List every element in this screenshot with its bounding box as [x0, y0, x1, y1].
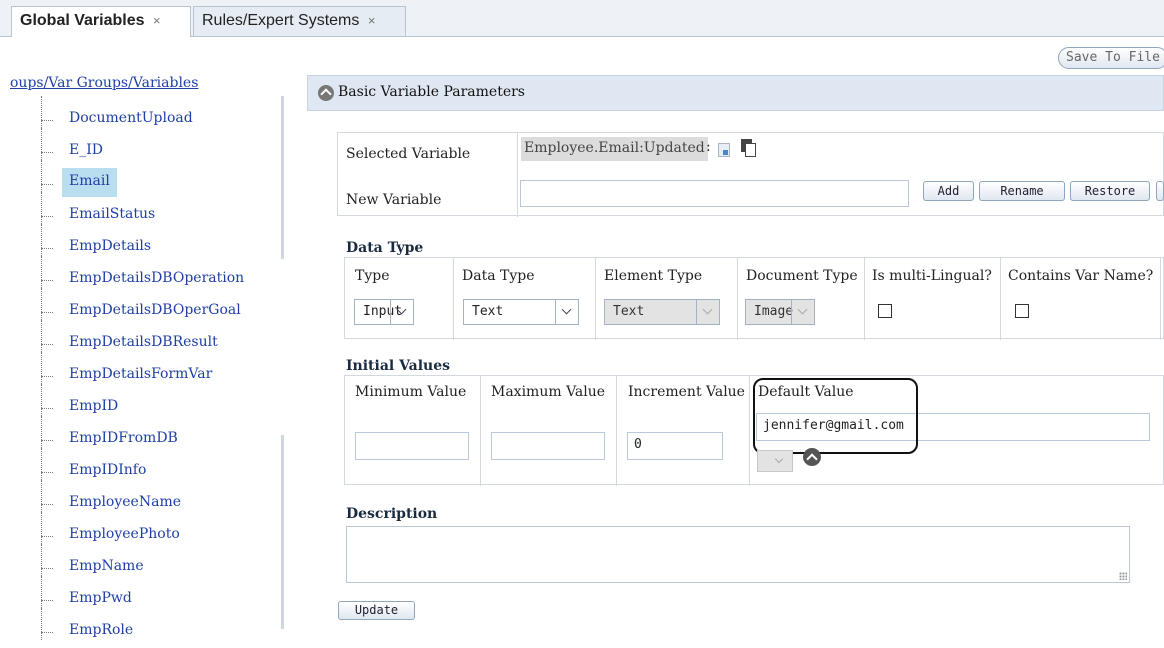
tree-item-label[interactable]: EmpDetailsFormVar: [62, 365, 219, 383]
collapse-icon[interactable]: [318, 85, 334, 101]
chevron-down-icon: [791, 300, 814, 324]
default-value-select: [757, 450, 793, 472]
tab-bar: Global Variables × Rules/Expert Systems …: [0, 0, 1164, 37]
tree-item-label[interactable]: EmpID: [62, 397, 125, 415]
tree-item-label[interactable]: EmpIDFromDB: [62, 429, 185, 447]
increment-value-input[interactable]: 0: [627, 432, 723, 460]
multi-lingual-header: Is multi-Lingual?: [872, 268, 992, 284]
minimum-value-input[interactable]: [355, 432, 469, 460]
maximum-value-header: Maximum Value: [491, 384, 606, 400]
rename-button[interactable]: Rename: [979, 181, 1065, 201]
data-type-value: Text: [472, 304, 504, 319]
increment-value-header: Increment Value: [628, 384, 745, 400]
tree-item[interactable]: EmpDetails: [38, 224, 278, 264]
tree-item-label[interactable]: EmailStatus: [62, 205, 162, 223]
tree-item[interactable]: EmpDetailsDBOperation: [38, 256, 278, 296]
data-type-title: Data Type: [346, 240, 424, 256]
initial-values-title: Initial Values: [346, 358, 451, 374]
contains-var-checkbox[interactable]: [1015, 304, 1029, 318]
type-header: Type: [355, 268, 390, 284]
tree-item[interactable]: EmpIDInfo: [38, 448, 278, 488]
data-type-select[interactable]: Text: [463, 299, 579, 325]
tree-item[interactable]: DocumentUpload: [38, 96, 278, 136]
resize-grip-icon[interactable]: [1119, 572, 1127, 580]
update-button[interactable]: Update: [338, 601, 415, 620]
maximum-value-input[interactable]: [491, 432, 605, 460]
new-variable-input[interactable]: [520, 180, 909, 207]
chevron-down-icon[interactable]: [555, 300, 578, 324]
tree-item-label[interactable]: EmpIDInfo: [62, 461, 153, 479]
panel-title: Basic Variable Parameters: [338, 84, 525, 100]
multi-lingual-checkbox[interactable]: [878, 304, 892, 318]
new-variable-label: New Variable: [346, 192, 442, 208]
selected-variable-label: Selected Variable: [346, 146, 471, 162]
splitter-handle[interactable]: [281, 435, 284, 629]
tree-item-label[interactable]: EmployeeName: [62, 493, 188, 511]
default-value-highlight: [753, 378, 918, 454]
tree-item[interactable]: EmpName: [38, 544, 278, 584]
more-button[interactable]: [1156, 181, 1164, 201]
selected-variable-value: Employee.Email:Updated: [521, 137, 708, 161]
tree-item[interactable]: EmpIDFromDB: [38, 416, 278, 456]
document-type-value: Image: [754, 304, 794, 319]
element-type-header: Element Type: [604, 268, 703, 284]
document-icon[interactable]: [718, 143, 730, 157]
tree-item[interactable]: EmpDetailsFormVar: [38, 352, 278, 392]
restore-button[interactable]: Restore: [1070, 181, 1150, 201]
tree-item[interactable]: E_ID: [38, 128, 278, 168]
chevron-down-icon: [696, 300, 719, 324]
close-icon[interactable]: ×: [153, 13, 161, 28]
add-button[interactable]: Add: [923, 181, 974, 201]
tab-global-variables[interactable]: Global Variables ×: [11, 6, 191, 37]
type-select[interactable]: Input: [354, 299, 414, 325]
tree-item-label[interactable]: EmpDetailsDBResult: [62, 333, 225, 351]
tree-item-label[interactable]: EmpName: [62, 557, 151, 575]
close-icon[interactable]: ×: [368, 13, 376, 28]
document-type-select: Image: [745, 299, 815, 325]
tree-item[interactable]: EmpDetailsDBOperGoal: [38, 288, 278, 328]
tree-item-label[interactable]: EmpDetailsDBOperGoal: [62, 301, 248, 319]
tree-breadcrumb[interactable]: oups/Var Groups/Variables: [10, 75, 198, 91]
description-textarea[interactable]: [346, 526, 1130, 583]
tree-item[interactable]: EmailStatus: [38, 192, 278, 232]
tree-item-label[interactable]: EmpRole: [62, 621, 140, 639]
tree-item-selected[interactable]: Email: [38, 160, 278, 200]
tree-item[interactable]: EmpID: [38, 384, 278, 424]
element-type-select: Text: [604, 299, 720, 325]
tree-item[interactable]: EmpDetailsDBResult: [38, 320, 278, 360]
element-type-value: Text: [613, 304, 645, 319]
tab-rules-expert-systems[interactable]: Rules/Expert Systems ×: [193, 6, 406, 36]
tree-item[interactable]: EmployeePhoto: [38, 512, 278, 552]
copy-icon[interactable]: [741, 139, 756, 157]
tree-item-label[interactable]: EmpDetails: [62, 237, 158, 255]
splitter-handle[interactable]: [281, 96, 284, 259]
tree-item-label[interactable]: Email: [62, 168, 117, 197]
tree-item-label[interactable]: EmployeePhoto: [62, 525, 187, 543]
variable-tree: DocumentUpload E_ID Email EmailStatus Em…: [38, 96, 278, 648]
divider: [517, 133, 518, 217]
tree-item[interactable]: EmpPwd: [38, 576, 278, 616]
contains-var-header: Contains Var Name?: [1008, 268, 1154, 284]
tab-label: Global Variables: [20, 12, 145, 29]
colon: :: [706, 139, 711, 155]
tab-label: Rules/Expert Systems: [202, 12, 360, 29]
save-to-file-button[interactable]: Save To File: [1058, 47, 1164, 69]
data-type-header: Data Type: [462, 268, 535, 284]
chevron-down-icon[interactable]: [390, 300, 413, 324]
tree-item[interactable]: EmpRole: [38, 608, 278, 648]
description-title: Description: [346, 506, 438, 522]
tree-item-label[interactable]: EmpDetailsDBOperation: [62, 269, 251, 287]
tree-item-label[interactable]: E_ID: [62, 141, 110, 159]
minimum-value-header: Minimum Value: [355, 384, 467, 400]
basic-variable-parameters-header[interactable]: Basic Variable Parameters: [307, 75, 1164, 111]
document-type-header: Document Type: [746, 268, 858, 284]
tree-item[interactable]: EmployeeName: [38, 480, 278, 520]
move-up-icon[interactable]: [803, 448, 821, 466]
tree-item-label[interactable]: DocumentUpload: [62, 109, 200, 127]
tree-item-label[interactable]: EmpPwd: [62, 589, 139, 607]
